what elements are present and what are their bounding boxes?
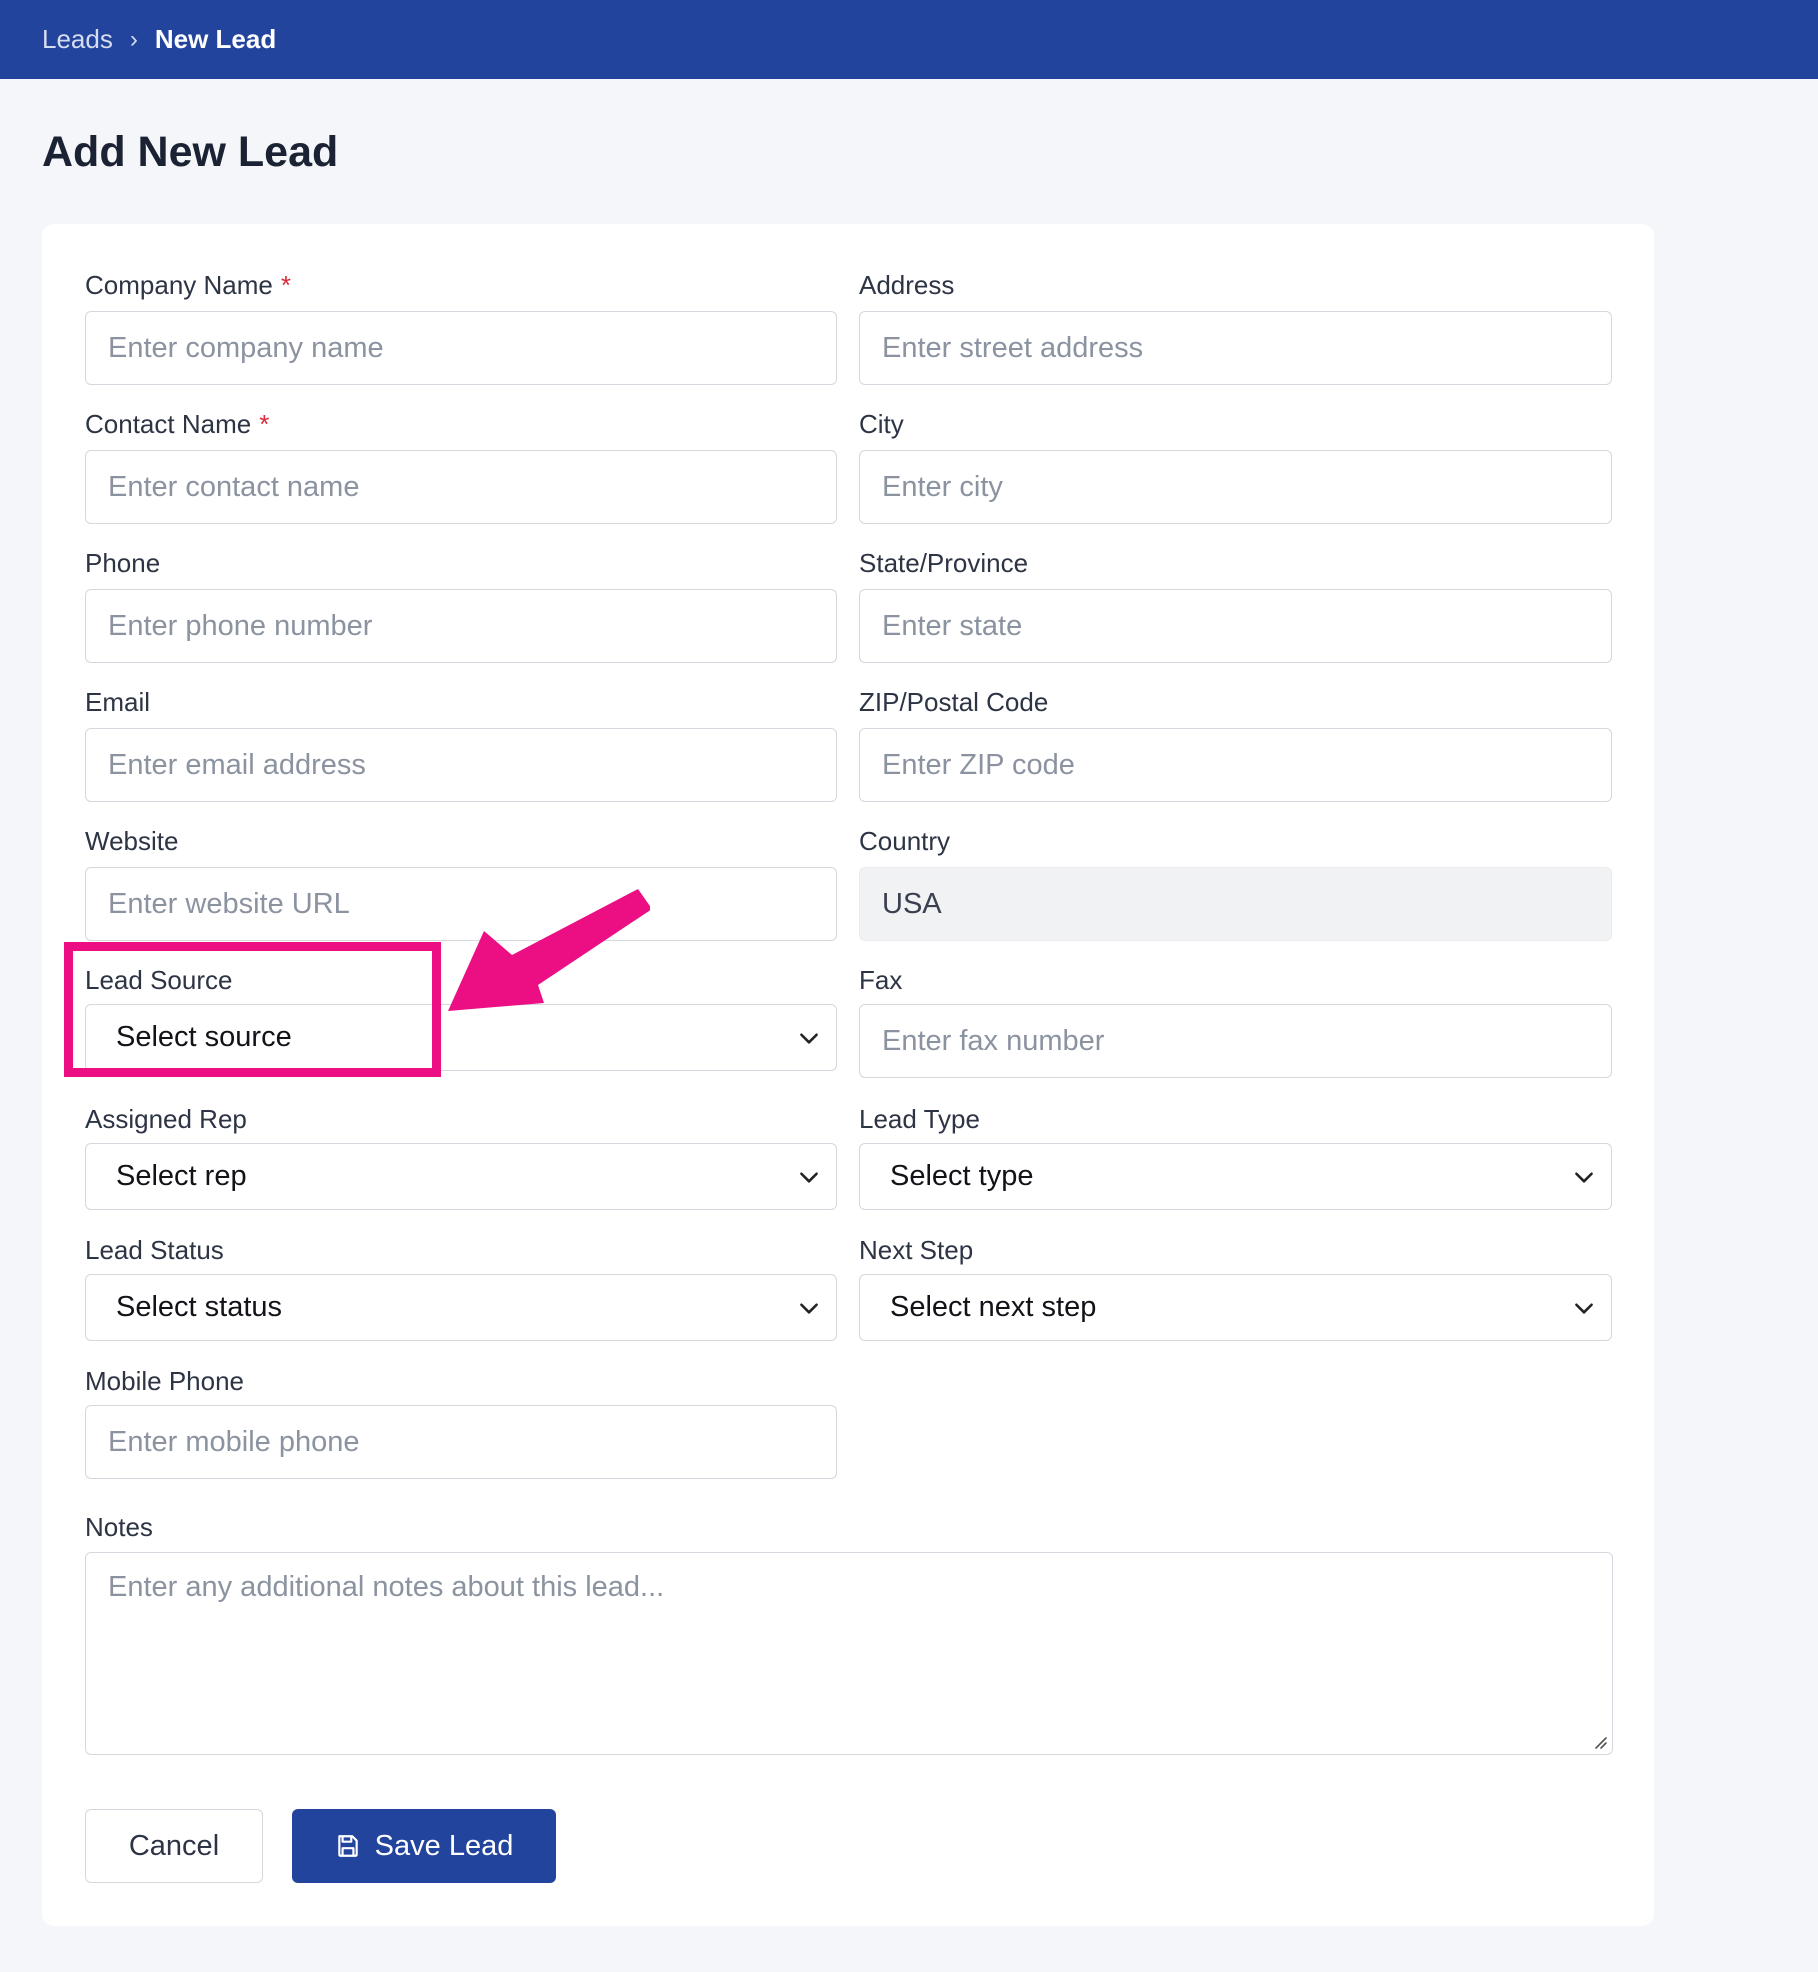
- phone-input[interactable]: [85, 589, 837, 663]
- state-input[interactable]: [859, 589, 1612, 663]
- city-input[interactable]: [859, 450, 1612, 524]
- mobile-phone-input[interactable]: [85, 1405, 837, 1479]
- contact-name-label-text: Contact Name: [85, 409, 252, 439]
- lead-source-label: Lead Source: [85, 965, 233, 995]
- required-asterisk: *: [259, 409, 270, 439]
- address-label: Address: [859, 270, 955, 300]
- chevron-down-icon: [800, 1172, 818, 1183]
- zip-label: ZIP/Postal Code: [859, 687, 1049, 717]
- chevron-down-icon: [800, 1303, 818, 1314]
- breadcrumb-separator: ›: [129, 25, 138, 53]
- top-bar: Leads › New Lead: [0, 0, 1818, 79]
- contact-name-label: Contact Name *: [85, 409, 269, 440]
- email-label: Email: [85, 687, 151, 717]
- notes-label: Notes: [85, 1512, 153, 1542]
- lead-status-label: Lead Status: [85, 1235, 224, 1265]
- website-label: Website: [85, 826, 179, 856]
- page-title: Add New Lead: [42, 128, 339, 176]
- assigned-rep-selected-value: Select rep: [116, 1160, 247, 1192]
- zip-input[interactable]: [859, 728, 1612, 802]
- lead-type-select[interactable]: Select type: [859, 1143, 1612, 1210]
- assigned-rep-label: Assigned Rep: [85, 1104, 247, 1134]
- lead-type-selected-value: Select type: [890, 1160, 1034, 1192]
- chevron-down-icon: [800, 1033, 818, 1044]
- company-name-input[interactable]: [85, 311, 837, 385]
- next-step-select[interactable]: Select next step: [859, 1274, 1612, 1341]
- lead-status-selected-value: Select status: [116, 1291, 283, 1323]
- address-input[interactable]: [859, 311, 1612, 385]
- chevron-down-icon: [1575, 1303, 1593, 1314]
- state-label: State/Province: [859, 548, 1029, 578]
- breadcrumb-current: New Lead: [154, 24, 277, 54]
- assigned-rep-select[interactable]: Select rep: [85, 1143, 837, 1210]
- country-input[interactable]: [859, 867, 1612, 941]
- email-input[interactable]: [85, 728, 837, 802]
- lead-source-selected-value: Select source: [116, 1021, 292, 1053]
- contact-name-input[interactable]: [85, 450, 837, 524]
- required-asterisk: *: [280, 270, 291, 300]
- lead-type-label: Lead Type: [859, 1104, 980, 1134]
- country-label: Country: [859, 826, 951, 856]
- cancel-button[interactable]: Cancel: [85, 1809, 263, 1883]
- notes-textarea[interactable]: [85, 1552, 1613, 1755]
- fax-label: Fax: [859, 965, 903, 995]
- fax-input[interactable]: [859, 1004, 1612, 1078]
- resize-grip-icon[interactable]: [1590, 1732, 1608, 1750]
- company-name-label: Company Name *: [85, 270, 291, 301]
- lead-source-select[interactable]: Select source: [85, 1004, 837, 1071]
- next-step-label: Next Step: [859, 1235, 974, 1265]
- save-lead-button-label: Save Lead: [374, 1829, 514, 1862]
- breadcrumb-leads-link[interactable]: Leads: [42, 24, 113, 55]
- next-step-selected-value: Select next step: [890, 1291, 1097, 1323]
- chevron-down-icon: [1575, 1172, 1593, 1183]
- floppy-disk-icon: [337, 1835, 358, 1857]
- website-input[interactable]: [85, 867, 837, 941]
- city-label: City: [859, 409, 904, 439]
- save-lead-button[interactable]: Save Lead: [292, 1809, 556, 1883]
- phone-label: Phone: [85, 548, 161, 578]
- company-name-label-text: Company Name: [85, 270, 273, 300]
- mobile-phone-label: Mobile Phone: [85, 1366, 244, 1396]
- cancel-button-label: Cancel: [128, 1829, 220, 1862]
- lead-status-select[interactable]: Select status: [85, 1274, 837, 1341]
